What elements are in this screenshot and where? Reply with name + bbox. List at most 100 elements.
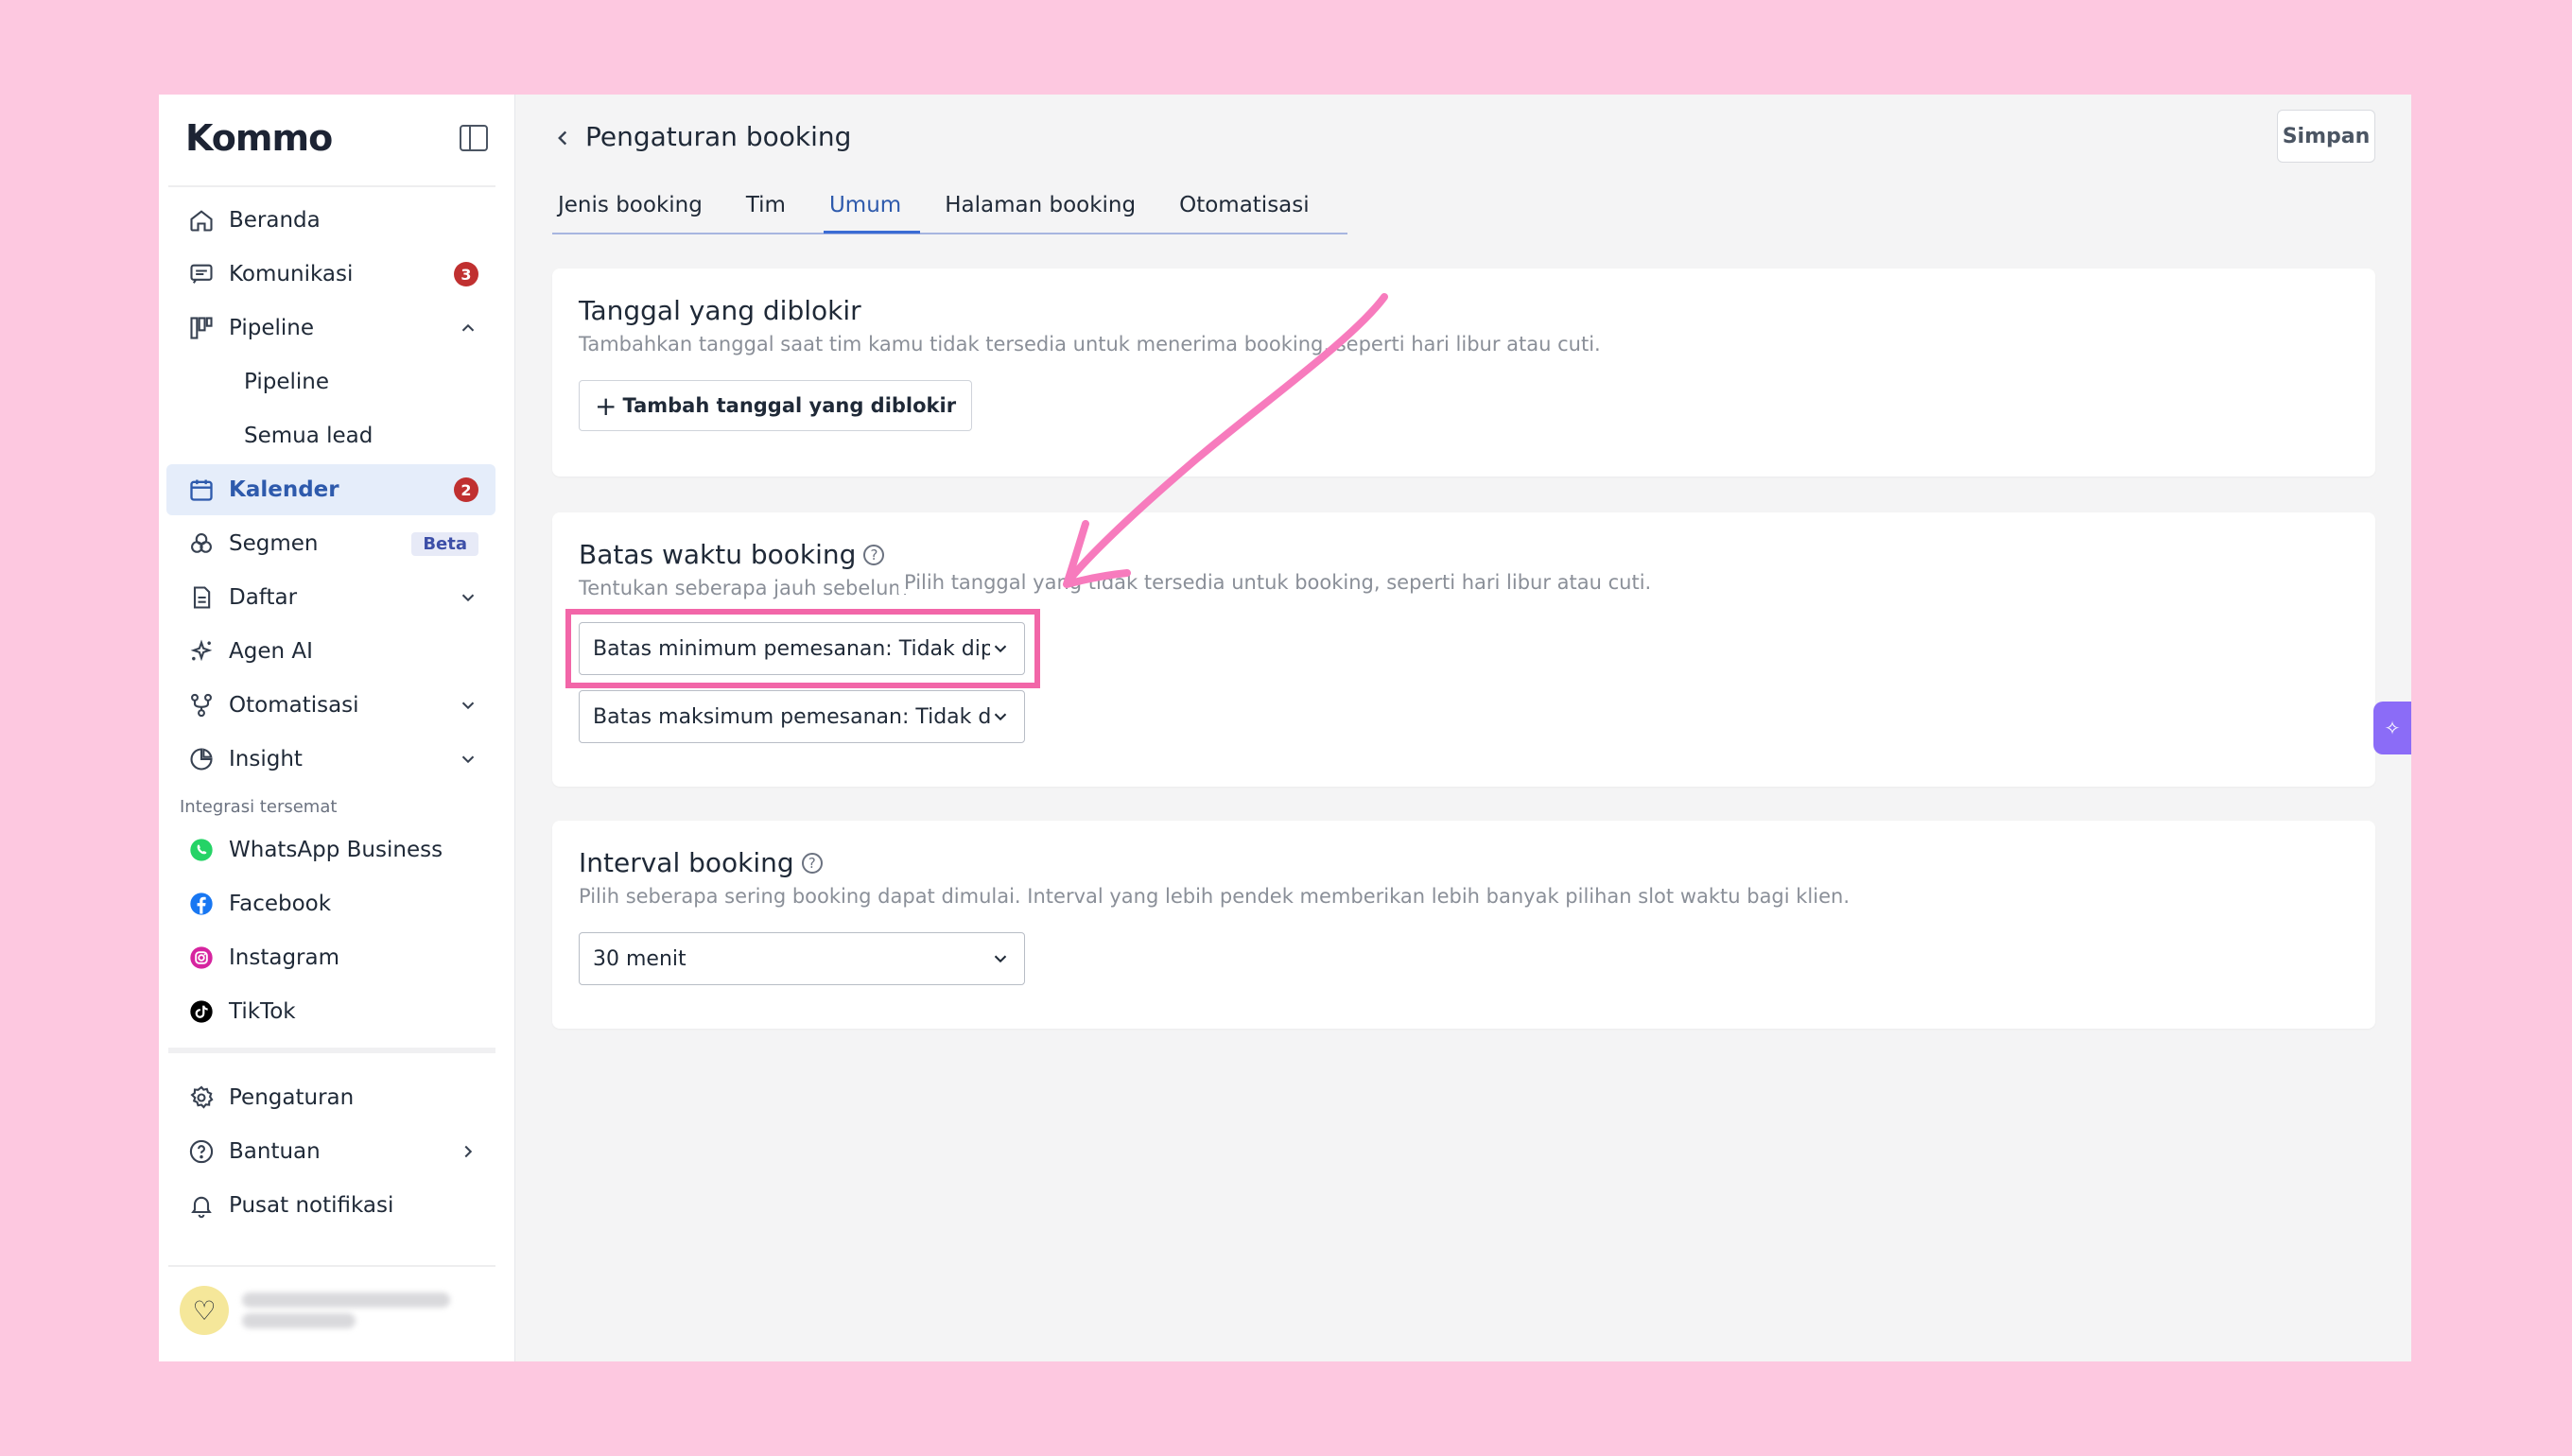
sidebar-item-label: Pengaturan bbox=[229, 1085, 355, 1110]
select-value: Batas maksimum pemesanan: Tidak dipilih bbox=[593, 704, 990, 729]
add-blocked-date-button[interactable]: + Tambah tanggal yang diblokir bbox=[579, 380, 973, 431]
sparkle-icon bbox=[187, 637, 216, 666]
avatar: ♡ bbox=[180, 1286, 229, 1335]
sidebar-item-daftar[interactable]: Daftar bbox=[166, 572, 495, 623]
sidebar-subitem-semua-lead[interactable]: Semua lead bbox=[166, 410, 495, 461]
tab-otomatisasi[interactable]: Otomatisasi bbox=[1173, 189, 1329, 231]
divider bbox=[168, 1265, 495, 1267]
tab-jenis-booking[interactable]: Jenis booking bbox=[552, 189, 721, 231]
sidebar-item-label: Insight bbox=[229, 747, 303, 771]
chevron-up-icon bbox=[458, 318, 478, 338]
help-icon[interactable]: ? bbox=[801, 852, 823, 874]
booking-interval-card: Interval booking ? Pilih seberapa sering… bbox=[552, 821, 2375, 1029]
chevron-down-icon bbox=[458, 695, 478, 716]
tab-umum[interactable]: Umum bbox=[823, 189, 921, 234]
unread-badge: 2 bbox=[454, 477, 478, 502]
logo: Kommo bbox=[185, 117, 333, 159]
sidebar-item-label: Facebook bbox=[229, 892, 332, 916]
sidebar-item-label: WhatsApp Business bbox=[229, 838, 443, 862]
sidebar-item-otomatisasi[interactable]: Otomatisasi bbox=[166, 680, 495, 731]
sidebar-item-tiktok[interactable]: TikTok bbox=[166, 986, 495, 1037]
instagram-icon bbox=[187, 944, 216, 972]
gear-icon bbox=[187, 1083, 216, 1112]
sidebar-item-label: Bantuan bbox=[229, 1139, 321, 1164]
save-button[interactable]: Simpan bbox=[2277, 110, 2375, 163]
sidebar-item-kalender[interactable]: Kalender 2 bbox=[166, 464, 495, 515]
card-description: Tambahkan tanggal saat tim kamu tidak te… bbox=[579, 333, 1601, 355]
sidebar-item-label: Kalender bbox=[229, 477, 339, 502]
sidebar-item-bantuan[interactable]: Bantuan bbox=[166, 1126, 495, 1177]
card-title-text: Tanggal yang diblokir bbox=[579, 295, 861, 326]
interval-select[interactable]: 30 menit bbox=[579, 932, 1025, 985]
card-title: Tanggal yang diblokir bbox=[579, 295, 861, 326]
pipeline-icon bbox=[187, 314, 216, 342]
sidebar-item-facebook[interactable]: Facebook bbox=[166, 878, 495, 929]
sidebar-item-label: Daftar bbox=[229, 585, 298, 610]
help-icon[interactable]: ? bbox=[863, 544, 885, 565]
tooltip: Pilih tanggal yang tidak tersedia untuk … bbox=[898, 571, 1661, 594]
back-button[interactable] bbox=[544, 112, 582, 165]
card-description: Pilih seberapa sering booking dapat dimu… bbox=[579, 885, 1851, 908]
chevron-down-icon bbox=[458, 749, 478, 770]
chevron-down-icon bbox=[994, 955, 1007, 963]
sidebar-item-label: Pipeline bbox=[229, 316, 315, 340]
main-content: Pengaturan booking Simpan Jenis booking … bbox=[515, 95, 2411, 1361]
sidebar-item-whatsapp[interactable]: WhatsApp Business bbox=[166, 824, 495, 875]
bell-icon bbox=[187, 1191, 216, 1220]
sidebar-item-segmen[interactable]: Segmen Beta bbox=[166, 518, 495, 569]
logo-row: Kommo bbox=[185, 112, 488, 165]
sidebar-item-label: Semua lead bbox=[244, 424, 374, 448]
sidebar-item-instagram[interactable]: Instagram bbox=[166, 932, 495, 983]
sidebar-item-label: TikTok bbox=[229, 999, 296, 1024]
sidebar-nav: Beranda Komunikasi 3 Pipeline Pipeline S… bbox=[166, 195, 495, 1040]
sidebar-item-pipeline[interactable]: Pipeline bbox=[166, 303, 495, 354]
home-icon bbox=[187, 206, 216, 234]
max-booking-select[interactable]: Batas maksimum pemesanan: Tidak dipilih bbox=[579, 690, 1025, 743]
page-title: Pengaturan booking bbox=[585, 121, 852, 152]
sidebar-item-label: Instagram bbox=[229, 945, 340, 970]
highlight-box bbox=[565, 609, 1040, 688]
blocked-dates-card: Tanggal yang diblokir Tambahkan tanggal … bbox=[552, 269, 2375, 477]
sidebar-subitem-pipeline[interactable]: Pipeline bbox=[166, 356, 495, 407]
sidebar-bottom-nav: Pengaturan Bantuan Pusat notifikasi bbox=[166, 1072, 495, 1234]
beta-badge: Beta bbox=[411, 531, 478, 556]
sidebar-item-agen-ai[interactable]: Agen AI bbox=[166, 626, 495, 677]
sidebar-item-label: Agen AI bbox=[229, 639, 313, 664]
sidebar-item-pengaturan[interactable]: Pengaturan bbox=[166, 1072, 495, 1123]
collapse-sidebar-button[interactable] bbox=[460, 125, 488, 151]
sidebar-item-pusat-notifikasi[interactable]: Pusat notifikasi bbox=[166, 1180, 495, 1231]
sidebar-item-label: Otomatisasi bbox=[229, 693, 359, 718]
tab-tim[interactable]: Tim bbox=[740, 189, 805, 231]
divider bbox=[168, 1048, 495, 1053]
sidebar-item-label: Pusat notifikasi bbox=[229, 1193, 394, 1218]
sidebar-item-insight[interactable]: Insight bbox=[166, 734, 495, 785]
automation-icon bbox=[187, 691, 216, 719]
chat-icon bbox=[187, 260, 216, 288]
card-title: Batas waktu booking ? bbox=[579, 539, 885, 570]
tab-halaman-booking[interactable]: Halaman booking bbox=[939, 189, 1155, 231]
list-icon bbox=[187, 583, 216, 612]
blurred-user-name bbox=[242, 1287, 450, 1334]
sparkle-icon: ✧ bbox=[2384, 717, 2401, 739]
chevron-down-icon bbox=[994, 713, 1007, 721]
sidebar-item-label: Komunikasi bbox=[229, 262, 354, 286]
sidebar-item-komunikasi[interactable]: Komunikasi 3 bbox=[166, 249, 495, 300]
sidebar-item-label: Beranda bbox=[229, 208, 321, 233]
page-header: Pengaturan booking Simpan bbox=[515, 95, 2411, 189]
user-profile[interactable]: ♡ bbox=[180, 1286, 450, 1335]
card-title: Interval booking ? bbox=[579, 847, 823, 878]
button-label: Tambah tanggal yang diblokir bbox=[622, 394, 957, 417]
sidebar: Kommo Beranda Komunikasi 3 Pipeline Pipe… bbox=[159, 95, 515, 1361]
app-window: Kommo Beranda Komunikasi 3 Pipeline Pipe… bbox=[159, 95, 2411, 1361]
plus-icon: + bbox=[595, 390, 617, 422]
ai-assistant-button[interactable]: ✧ bbox=[2373, 702, 2411, 754]
tiktok-icon bbox=[187, 997, 216, 1026]
segment-icon bbox=[187, 529, 216, 558]
card-title-text: Interval booking bbox=[579, 847, 794, 878]
facebook-icon bbox=[187, 890, 216, 918]
card-description: Tentukan seberapa jauh sebelum bbox=[579, 577, 908, 599]
sidebar-item-beranda[interactable]: Beranda bbox=[166, 195, 495, 246]
help-icon bbox=[187, 1137, 216, 1166]
integrations-section-label: Integrasi tersemat bbox=[180, 797, 338, 817]
calendar-icon bbox=[187, 476, 216, 504]
